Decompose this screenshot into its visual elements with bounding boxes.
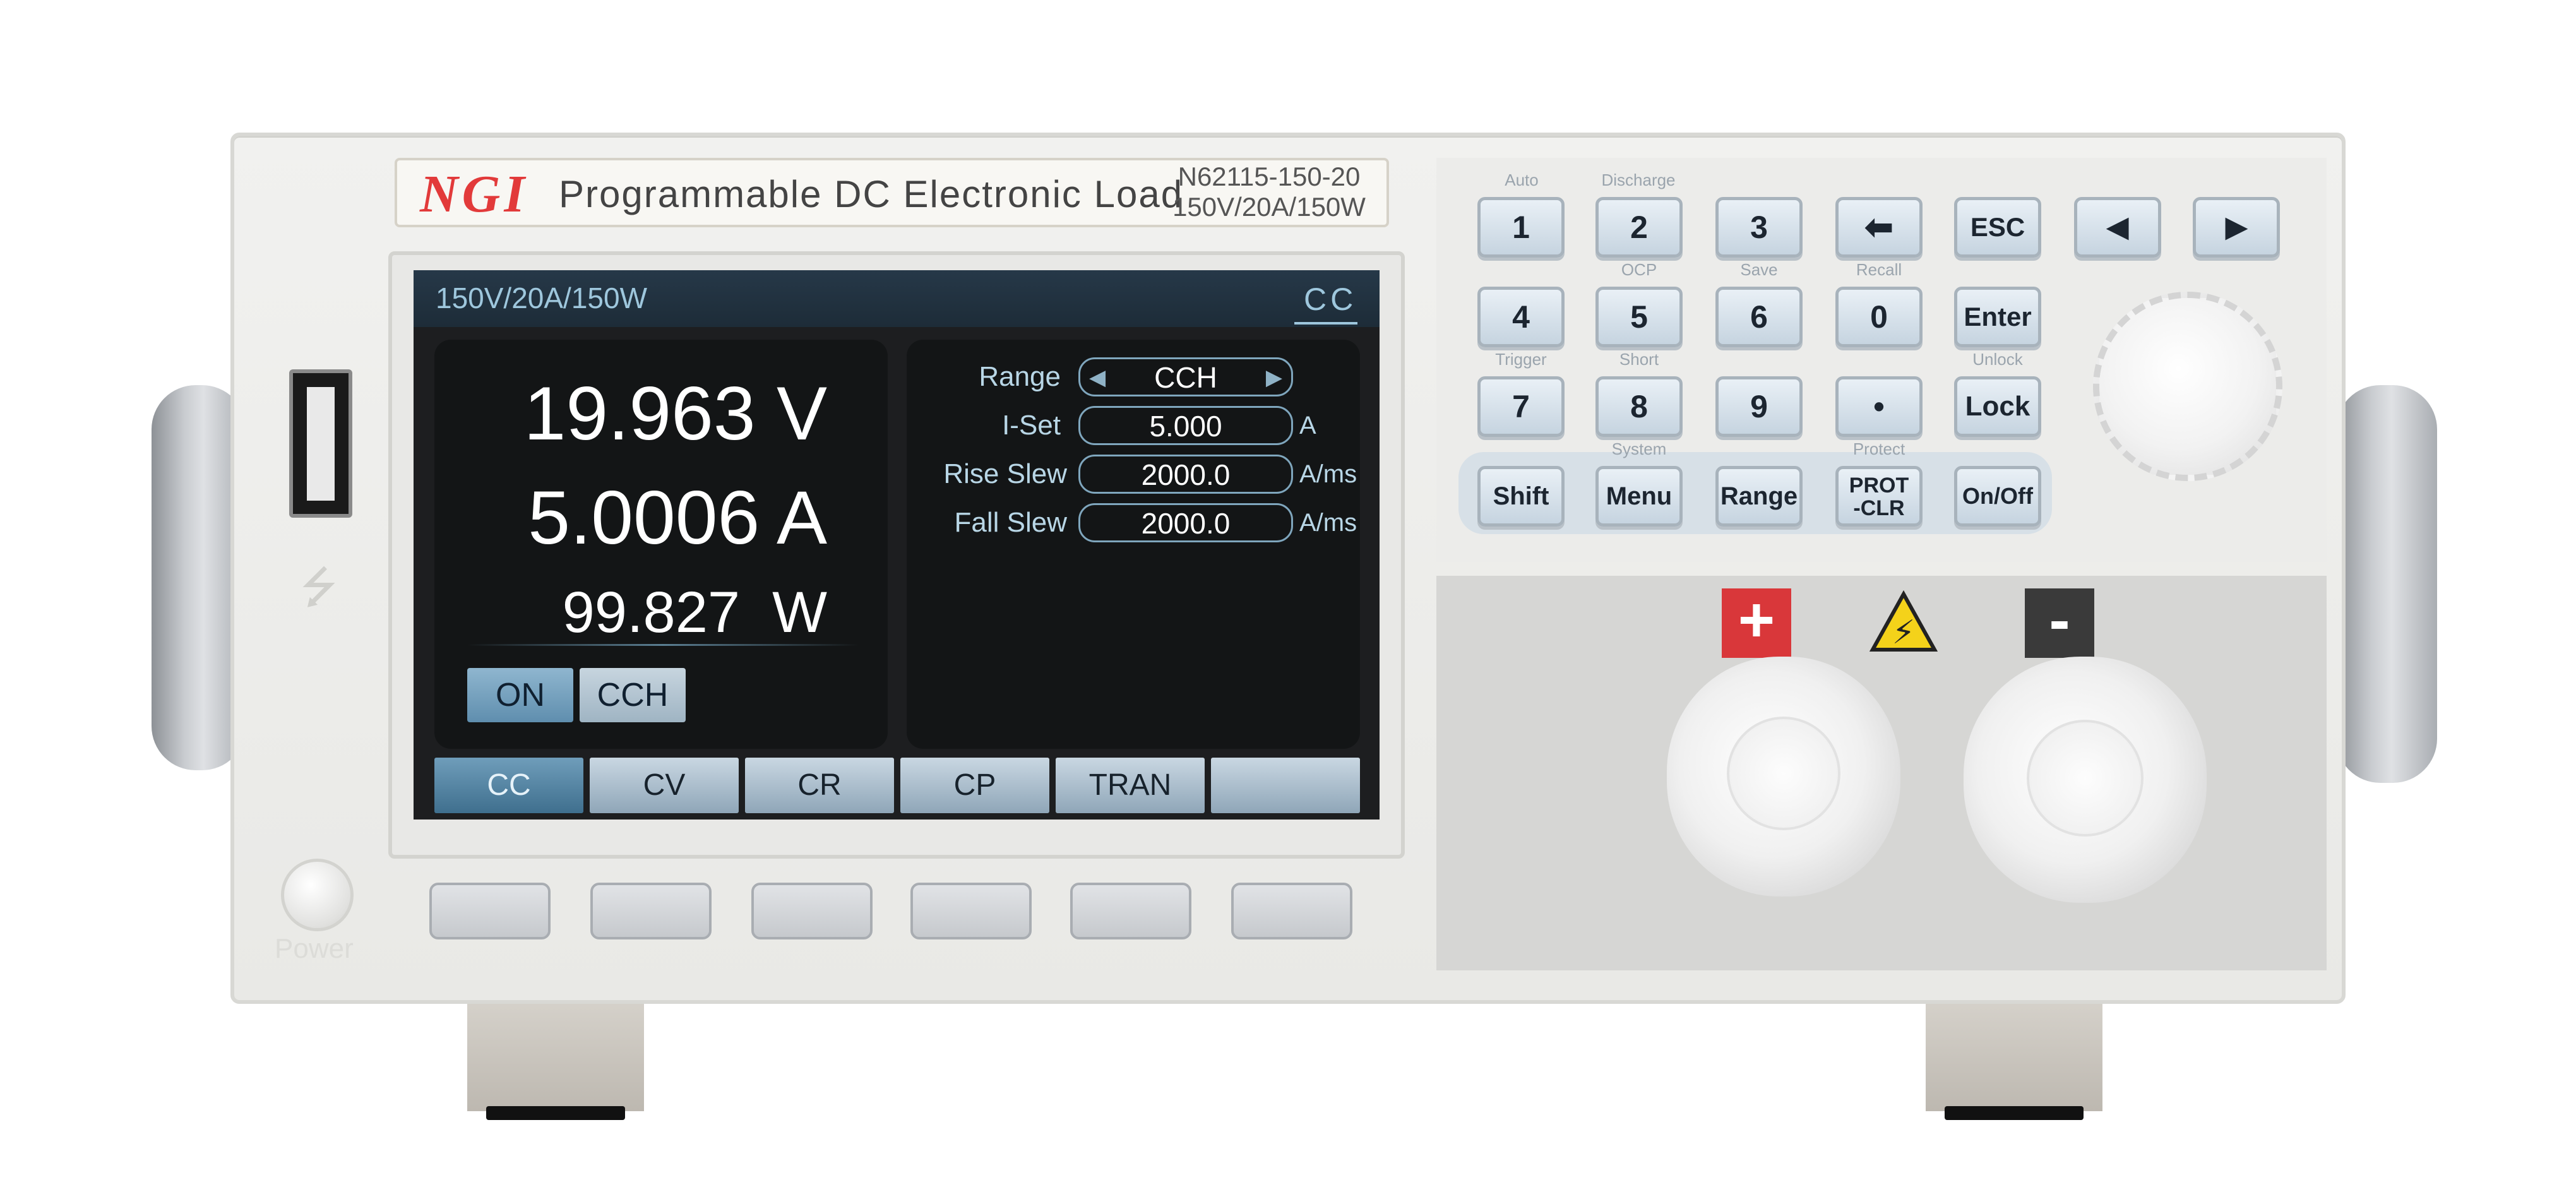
- range-chip: CCH: [580, 668, 686, 722]
- menu-key[interactable]: Menu: [1595, 466, 1683, 527]
- lock-key[interactable]: Lock: [1954, 376, 2041, 437]
- model-number: N62115-150-20: [1178, 162, 1361, 191]
- output-on-chip: ON: [467, 668, 573, 722]
- prot-clr-key-alt-label: Protect: [1852, 439, 1905, 458]
- key-7[interactable]: 7: [1477, 376, 1565, 437]
- menu-key-alt-label: System: [1611, 439, 1667, 458]
- negative-post-cap: [2027, 720, 2144, 837]
- range-left-arrow-icon[interactable]: ◀: [1089, 359, 1106, 396]
- negative-binding-post[interactable]: [1964, 657, 2207, 903]
- mode-indicator: CC: [1304, 282, 1357, 317]
- key-1[interactable]: 1: [1477, 197, 1565, 258]
- key-4[interactable]: 4: [1477, 287, 1565, 347]
- key-0-alt-label: Recall: [1856, 260, 1902, 279]
- shift-key[interactable]: Shift: [1477, 466, 1565, 527]
- left-foot: [467, 998, 644, 1111]
- rise-slew-field[interactable]: 2000.0: [1078, 455, 1293, 494]
- right-foot-shadow: [1945, 1106, 2084, 1120]
- range-right-arrow-icon[interactable]: ▶: [1266, 359, 1282, 396]
- hardware-softkey-2[interactable]: [590, 883, 712, 939]
- hardware-softkey-1[interactable]: [429, 883, 551, 939]
- voltage-reading: 19.963 V: [523, 371, 827, 456]
- mode-indicator-underline: [1294, 322, 1357, 325]
- left-foot-shadow: [486, 1106, 625, 1120]
- fall-slew-unit: A/ms: [1299, 509, 1357, 537]
- rise-slew-label: Rise Slew: [943, 458, 1067, 489]
- softkey-label-tran[interactable]: TRAN: [1056, 758, 1205, 813]
- backspace-key[interactable]: ⬅: [1835, 197, 1923, 258]
- key-6[interactable]: 6: [1715, 287, 1803, 347]
- on-off-key[interactable]: On/Off: [1954, 466, 2041, 527]
- rotary-knob[interactable]: [2093, 292, 2282, 481]
- softkey-label-cp[interactable]: CP: [900, 758, 1049, 813]
- lock-key-alt-label: Unlock: [1972, 350, 2023, 369]
- model-rating: 150V/20A/150W: [1172, 192, 1366, 222]
- usb-port[interactable]: [289, 369, 352, 518]
- hardware-softkey-5[interactable]: [1070, 883, 1191, 939]
- svg-text:⚡: ⚡: [1892, 614, 1916, 652]
- softkey-label-empty[interactable]: [1211, 758, 1360, 813]
- left-arrow-key[interactable]: ◀: [2074, 197, 2161, 258]
- brand-logo: NGI: [420, 165, 529, 224]
- range-key[interactable]: Range: [1715, 466, 1803, 527]
- rise-slew-unit: A/ms: [1299, 460, 1357, 488]
- key-3[interactable]: 3: [1715, 197, 1803, 258]
- current-reading: 5.0006 A: [528, 475, 827, 560]
- iset-label: I-Set: [1002, 410, 1061, 441]
- fall-slew-field[interactable]: 2000.0: [1078, 503, 1293, 542]
- iset-unit: A: [1299, 412, 1316, 439]
- key-0[interactable]: 0: [1835, 287, 1923, 347]
- key-1-alt-label: Auto: [1505, 170, 1539, 189]
- key-9[interactable]: 9: [1715, 376, 1803, 437]
- hardware-softkey-4[interactable]: [910, 883, 1032, 939]
- product-title: Programmable DC Electronic Load: [559, 173, 1184, 215]
- positive-terminal-label: +: [1722, 588, 1791, 658]
- positive-post-cap: [1727, 717, 1840, 830]
- enter-key[interactable]: Enter: [1954, 287, 2041, 347]
- hardware-softkey-3[interactable]: [751, 883, 873, 939]
- range-selector[interactable]: ◀ CCH ▶: [1078, 357, 1293, 396]
- key-6-alt-label: Save: [1740, 260, 1778, 279]
- positive-binding-post[interactable]: [1667, 657, 1900, 897]
- key-2-alt-label: Discharge: [1601, 170, 1676, 189]
- decimal-point-key[interactable]: •: [1835, 376, 1923, 437]
- key-8-alt-label: Short: [1619, 350, 1659, 369]
- measurement-divider: [467, 644, 859, 646]
- range-value: CCH: [1154, 361, 1217, 394]
- prot-clr-key[interactable]: PROT -CLR: [1835, 466, 1923, 527]
- key-5-alt-label: OCP: [1621, 260, 1657, 279]
- usb-port-contact: [307, 387, 335, 501]
- fall-slew-label: Fall Slew: [954, 507, 1068, 538]
- range-label: Range: [979, 361, 1061, 392]
- iset-field[interactable]: 5.000: [1078, 406, 1293, 445]
- softkey-label-cv[interactable]: CV: [590, 758, 739, 813]
- softkey-label-cr[interactable]: CR: [745, 758, 894, 813]
- key-7-alt-label: Trigger: [1495, 350, 1547, 369]
- parameter-panel: [907, 340, 1360, 749]
- key-8[interactable]: 8: [1595, 376, 1683, 437]
- power-label: Power: [275, 933, 354, 964]
- right-handle: [2336, 385, 2437, 783]
- hardware-softkey-6[interactable]: [1231, 883, 1352, 939]
- power-button[interactable]: [281, 859, 354, 931]
- key-2[interactable]: 2: [1595, 197, 1683, 258]
- power-reading: 99.827 W: [562, 580, 827, 645]
- negative-terminal-label: -: [2025, 588, 2094, 658]
- right-foot: [1926, 998, 2102, 1111]
- softkey-label-cc[interactable]: CC: [434, 758, 583, 813]
- key-5[interactable]: 5: [1595, 287, 1683, 347]
- usb-icon: ⭍: [300, 563, 338, 612]
- esc-key[interactable]: ESC: [1954, 197, 2041, 258]
- right-arrow-key[interactable]: ▶: [2193, 197, 2280, 258]
- screen-rating-text: 150V/20A/150W: [436, 282, 648, 314]
- high-voltage-warning-icon: ⚡: [1869, 590, 1938, 653]
